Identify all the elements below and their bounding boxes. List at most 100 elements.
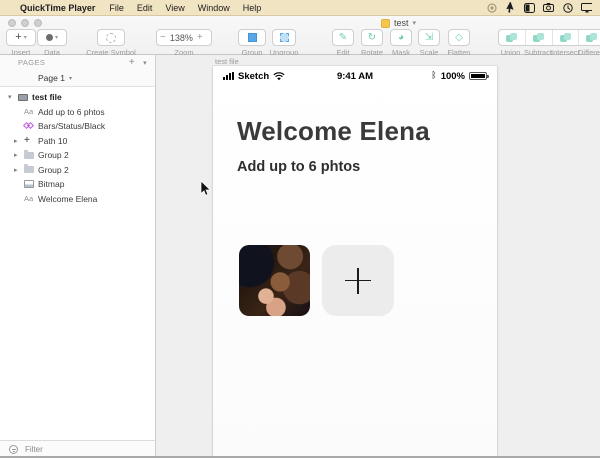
layer-row-group[interactable]: ▸ Group 2 xyxy=(0,148,155,163)
folder-icon xyxy=(24,149,38,159)
pointer-icon[interactable] xyxy=(505,2,516,13)
page-item[interactable]: Page 1 ▾ xyxy=(0,70,155,86)
subtract-button[interactable] xyxy=(525,30,552,45)
page-name: Page 1 xyxy=(38,73,65,83)
zoom-control: − 138% + xyxy=(156,29,212,46)
layer-row-bitmap[interactable]: Bitmap xyxy=(0,177,155,192)
rotate-button[interactable]: ↻ xyxy=(361,29,383,46)
layer-name: Bars/Status/Black xyxy=(38,121,106,132)
edit-button[interactable]: ✎ xyxy=(332,29,354,46)
filter-label[interactable]: Filter xyxy=(25,445,43,454)
menu-file[interactable]: File xyxy=(109,3,124,13)
menu-help[interactable]: Help xyxy=(243,3,262,13)
add-photo-button[interactable] xyxy=(322,245,394,316)
zoom-out-button[interactable]: − xyxy=(160,32,166,43)
artboard[interactable]: Sketch 9:41 AM ᛒ 100% Welcome Elena Add … xyxy=(213,66,497,458)
ungroup-button[interactable] xyxy=(272,29,296,46)
zoom-window-button[interactable] xyxy=(34,19,42,27)
add-photos-subheading[interactable]: Add up to 6 phtos xyxy=(237,159,360,175)
battery-percent: 100% xyxy=(440,70,465,82)
layer-list: ▾ test file Aa Add up to 6 phtos Bars/St… xyxy=(0,87,155,206)
intersect-icon xyxy=(559,32,572,43)
display-icon[interactable] xyxy=(581,2,592,13)
group-icon xyxy=(247,33,257,42)
minimize-window-button[interactable] xyxy=(21,19,29,27)
folder-icon xyxy=(24,164,38,174)
clock-icon[interactable] xyxy=(562,2,573,13)
artboard-icon xyxy=(18,93,32,101)
data-button[interactable]: ▾ xyxy=(37,29,67,46)
chevron-down-icon: ▾ xyxy=(23,35,27,41)
scale-icon: ⇲ xyxy=(424,31,434,43)
window-toolbar: test ▾ + ▾ Insert ▾ Data Create Symbol −… xyxy=(0,16,600,57)
text-icon: Aa xyxy=(24,107,34,117)
menu-view[interactable]: View xyxy=(165,3,184,13)
layer-name: Path 10 xyxy=(38,135,68,146)
design-canvas[interactable]: test file Sketch 9:41 AM ᛒ 100% Welcome … xyxy=(156,55,600,458)
group-button[interactable] xyxy=(238,29,266,46)
boolean-ops-segment xyxy=(498,29,600,46)
mask-button[interactable]: ◕ xyxy=(390,29,412,46)
layer-name: Welcome Elena xyxy=(38,193,98,204)
symbol-icon xyxy=(22,122,38,131)
add-page-button[interactable]: + xyxy=(129,57,135,68)
scale-button[interactable]: ⇲ xyxy=(418,29,440,46)
create-symbol-button[interactable] xyxy=(97,29,125,46)
document-title-text: test xyxy=(394,18,409,28)
layer-row-path[interactable]: ▸ + Path 10 xyxy=(0,134,155,149)
record-icon[interactable] xyxy=(486,2,497,13)
disclosure-closed-icon[interactable]: ▸ xyxy=(14,137,24,145)
pages-header-label: PAGES xyxy=(18,58,46,67)
filter-icon xyxy=(9,445,18,454)
mask-icon: ◕ xyxy=(397,31,405,43)
main-area: PAGES + ▾ Page 1 ▾ ▾ test file Aa Add up… xyxy=(0,55,600,458)
bitmap-icon xyxy=(24,180,38,189)
artboard-label[interactable]: test file xyxy=(215,57,239,66)
chevron-down-icon: ▾ xyxy=(54,35,58,41)
layers-sidebar: PAGES + ▾ Page 1 ▾ ▾ test file Aa Add up… xyxy=(0,55,156,458)
pages-collapse-icon[interactable]: ▾ xyxy=(143,59,147,67)
menu-bar: QuickTime Player File Edit View Window H… xyxy=(0,0,600,16)
text-icon: Aa xyxy=(24,194,34,204)
union-button[interactable] xyxy=(499,30,525,45)
zoom-value: 138% xyxy=(169,32,193,43)
zoom-in-button[interactable]: + xyxy=(197,32,203,43)
close-window-button[interactable] xyxy=(8,19,16,27)
disclosure-closed-icon[interactable]: ▸ xyxy=(14,151,24,159)
flatten-icon: ◇ xyxy=(455,31,463,43)
iphone-status-bar[interactable]: Sketch 9:41 AM ᛒ 100% xyxy=(213,66,497,86)
disclosure-closed-icon[interactable]: ▸ xyxy=(14,166,24,174)
document-title[interactable]: test ▾ xyxy=(381,18,416,28)
layer-row-symbol[interactable]: Bars/Status/Black xyxy=(0,119,155,134)
ungroup-icon xyxy=(279,33,289,42)
plus-icon: + xyxy=(15,31,22,43)
contrast-icon[interactable] xyxy=(524,2,535,13)
layer-row-test-file[interactable]: ▾ test file xyxy=(0,90,155,105)
signal-bars-icon xyxy=(223,72,234,80)
traffic-lights xyxy=(8,19,42,27)
intersect-button[interactable] xyxy=(551,30,579,45)
uploaded-photo-thumbnail[interactable] xyxy=(239,245,310,316)
mouse-cursor xyxy=(200,181,211,196)
union-icon xyxy=(506,32,518,43)
path-icon: + xyxy=(24,134,30,146)
menu-app-name[interactable]: QuickTime Player xyxy=(20,3,95,13)
flatten-button[interactable]: ◇ xyxy=(448,29,470,46)
layer-row-group[interactable]: ▸ Group 2 xyxy=(0,163,155,178)
layer-name: Group 2 xyxy=(38,150,69,161)
layer-row-text[interactable]: Aa Welcome Elena xyxy=(0,192,155,207)
camera-icon[interactable] xyxy=(543,2,554,13)
menu-window[interactable]: Window xyxy=(198,3,230,13)
difference-button[interactable] xyxy=(578,30,600,45)
layer-row-text[interactable]: Aa Add up to 6 phtos xyxy=(0,105,155,120)
disclosure-open-icon[interactable]: ▾ xyxy=(8,93,18,101)
status-time: 9:41 AM xyxy=(336,70,374,82)
edit-icon: ✎ xyxy=(338,31,348,43)
welcome-heading[interactable]: Welcome Elena xyxy=(237,116,430,147)
insert-button[interactable]: + ▾ xyxy=(6,29,36,46)
menu-edit[interactable]: Edit xyxy=(137,3,153,13)
sketch-document-icon xyxy=(381,18,390,28)
plus-icon xyxy=(345,267,371,294)
bluetooth-icon: ᛒ xyxy=(431,71,437,81)
layer-name: Add up to 6 phtos xyxy=(38,106,105,117)
